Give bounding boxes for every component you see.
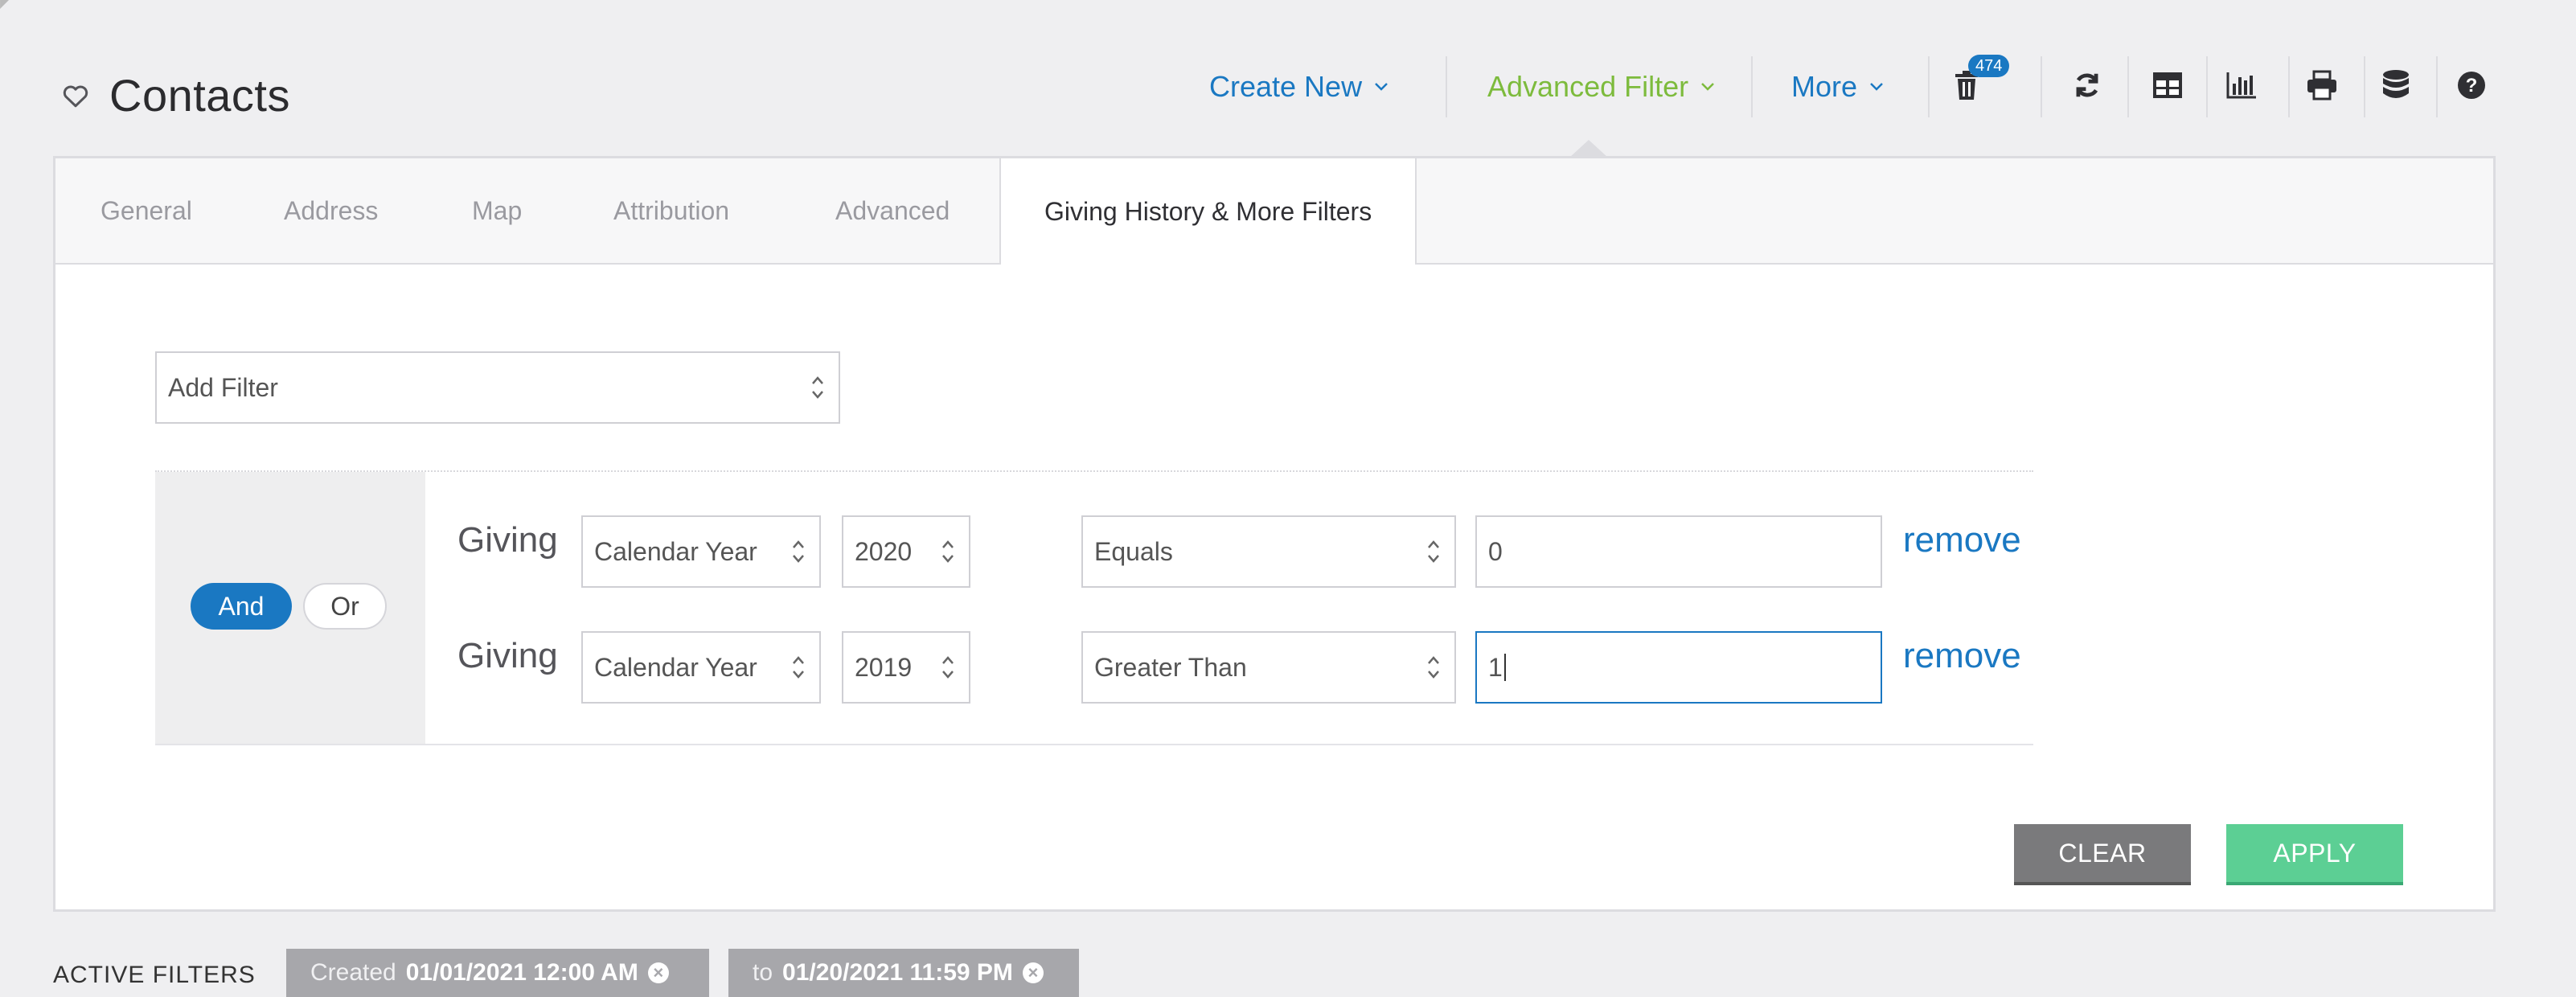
toolbar-divider <box>2364 56 2365 117</box>
operator-value: Equals <box>1094 536 1173 566</box>
active-filters-label: ACTIVE FILTERS <box>53 962 256 988</box>
chevron-down-icon <box>1701 83 1715 91</box>
select-arrows-icon <box>942 540 954 563</box>
refresh-icon <box>2076 73 2098 97</box>
advanced-filter-menu[interactable]: Advanced Filter <box>1487 55 1716 119</box>
database-icon <box>2383 70 2409 98</box>
select-arrows-icon <box>1428 656 1439 679</box>
help-button[interactable]: ? <box>2454 68 2489 103</box>
bar-chart-icon <box>2226 72 2256 99</box>
panel-pointer <box>1569 140 1608 158</box>
chip-key: to <box>753 959 773 986</box>
year-select[interactable]: 2019 <box>842 631 970 704</box>
chip-value: 01/01/2021 12:00 AM <box>405 959 638 986</box>
database-button[interactable] <box>2378 68 2414 103</box>
page-header: Contacts <box>61 69 290 121</box>
advanced-filter-label: Advanced Filter <box>1487 70 1689 103</box>
period-select[interactable]: Calendar Year <box>581 631 821 704</box>
toolbar-divider <box>2288 56 2290 117</box>
filter-tabs: General Address Map Attribution Advanced… <box>55 158 2493 265</box>
trash-count-badge: 474 <box>1968 55 2010 77</box>
year-value: 2020 <box>855 536 913 566</box>
year-select[interactable]: 2020 <box>842 515 970 588</box>
tab-map[interactable]: Map <box>472 158 522 263</box>
advanced-filter-panel: General Address Map Attribution Advanced… <box>53 156 2496 912</box>
add-filter-placeholder: Add Filter <box>168 372 278 402</box>
toolbar-divider <box>2206 56 2208 117</box>
select-arrows-icon <box>1428 540 1439 563</box>
refresh-button[interactable] <box>2069 68 2105 103</box>
or-toggle[interactable]: Or <box>303 583 387 630</box>
operator-select[interactable]: Equals <box>1081 515 1456 588</box>
period-value: Calendar Year <box>594 652 757 682</box>
print-icon <box>2307 70 2336 101</box>
and-toggle[interactable]: And <box>191 583 292 630</box>
create-new-menu[interactable]: Create New <box>1209 55 1389 119</box>
toolbar: Create New Advanced Filter More 474 ? <box>1182 55 2576 119</box>
toolbar-divider <box>2436 56 2438 117</box>
heart-icon[interactable] <box>61 81 90 110</box>
remove-filter-link[interactable]: remove <box>1903 636 2021 676</box>
select-arrows-icon <box>793 656 804 679</box>
tab-advanced[interactable]: Advanced <box>835 158 950 263</box>
clear-button[interactable]: CLEAR <box>2014 824 2191 885</box>
tab-general[interactable]: General <box>100 158 192 263</box>
add-filter-select[interactable]: Add Filter <box>155 351 840 424</box>
page-title: Contacts <box>109 70 290 121</box>
more-label: More <box>1791 70 1858 103</box>
select-arrows-icon <box>812 376 823 399</box>
value-text: 0 <box>1488 536 1503 566</box>
active-filter-chip: to 01/20/2021 11:59 PM × <box>728 949 1079 997</box>
logic-selector: And Or <box>155 472 425 744</box>
toolbar-divider <box>1751 56 1753 117</box>
chip-value: 01/20/2021 11:59 PM <box>782 959 1013 986</box>
select-arrows-icon <box>942 656 954 679</box>
select-arrows-icon <box>793 540 804 563</box>
year-value: 2019 <box>855 652 913 682</box>
chip-key: Created <box>310 959 396 986</box>
chevron-down-icon <box>1870 83 1883 91</box>
active-filter-chip: Created 01/01/2021 12:00 AM × <box>286 949 709 997</box>
help-icon: ? <box>2458 72 2485 99</box>
text-cursor <box>1503 654 1506 681</box>
toolbar-divider <box>2041 56 2042 117</box>
table-icon <box>2153 72 2182 98</box>
svg-text:?: ? <box>2466 75 2478 96</box>
operator-select[interactable]: Greater Than <box>1081 631 1456 704</box>
tab-address[interactable]: Address <box>284 158 378 263</box>
value-input[interactable]: 0 <box>1475 515 1882 588</box>
toolbar-divider <box>2127 56 2129 117</box>
close-icon[interactable]: × <box>647 962 669 983</box>
group-divider-top <box>155 470 2033 472</box>
filter-field-label: Giving <box>457 636 558 675</box>
group-divider-bottom <box>155 744 2033 745</box>
print-button[interactable] <box>2304 68 2340 103</box>
filter-field-label: Giving <box>457 520 558 560</box>
chart-button[interactable] <box>2224 68 2259 103</box>
create-new-label: Create New <box>1209 70 1363 103</box>
toolbar-divider <box>1928 56 1930 117</box>
apply-button[interactable]: APPLY <box>2226 824 2403 885</box>
value-text: 1 <box>1488 652 1503 682</box>
remove-filter-link[interactable]: remove <box>1903 520 2021 560</box>
close-icon[interactable]: × <box>1022 962 1044 983</box>
value-input[interactable]: 1 <box>1475 631 1882 704</box>
operator-value: Greater Than <box>1094 652 1247 682</box>
period-select[interactable]: Calendar Year <box>581 515 821 588</box>
more-menu[interactable]: More <box>1791 55 1885 119</box>
tab-giving-history[interactable]: Giving History & More Filters <box>999 158 1417 265</box>
toolbar-divider <box>1446 56 1447 117</box>
period-value: Calendar Year <box>594 536 757 566</box>
tab-attribution[interactable]: Attribution <box>613 158 729 263</box>
corner-marker: ◤ <box>0 0 10 10</box>
chevron-down-icon <box>1375 83 1388 91</box>
table-view-button[interactable] <box>2150 68 2185 103</box>
trash-button[interactable]: 474 <box>1949 55 2010 103</box>
